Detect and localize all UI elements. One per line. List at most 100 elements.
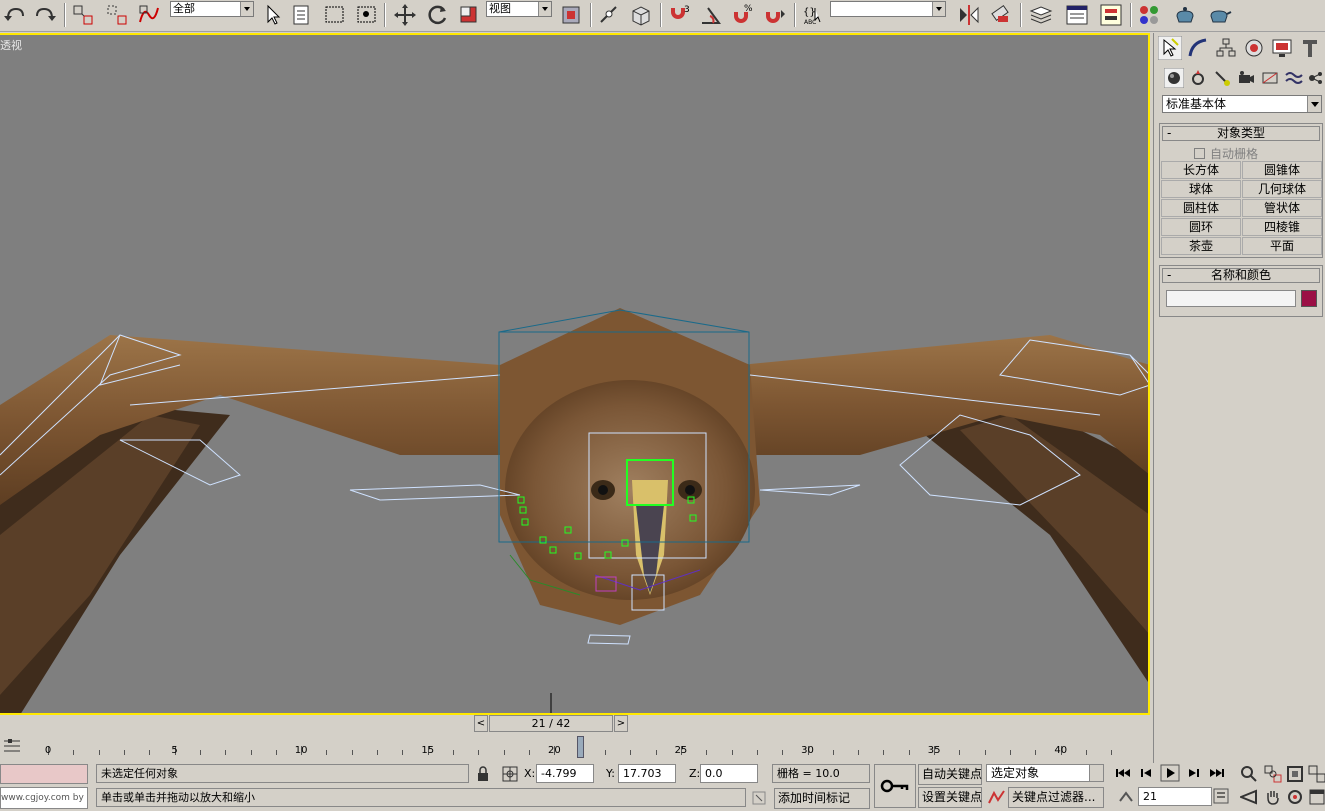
key-mode-dropdown[interactable]: 选定对象 (986, 764, 1104, 782)
object-type-rollout-header[interactable]: - 对象类型 (1162, 126, 1320, 141)
align-icon[interactable] (988, 2, 1014, 28)
maximize-viewport-icon[interactable] (1308, 788, 1325, 806)
motion-tab-icon[interactable] (1242, 36, 1266, 60)
display-tab-icon[interactable] (1270, 36, 1294, 60)
cylinder-button[interactable]: 圆柱体 (1161, 199, 1241, 217)
y-coord-input[interactable]: 17.703 (618, 764, 676, 783)
auto-key-button[interactable]: 自动关键点 (918, 764, 982, 785)
object-color-swatch[interactable] (1301, 290, 1317, 307)
mirror-icon[interactable] (956, 2, 982, 28)
time-slider-next-button[interactable]: > (614, 715, 628, 732)
mini-curve-editor-icon[interactable] (2, 737, 22, 755)
maxscript-listener-mini[interactable] (0, 764, 88, 784)
helpers-icon[interactable] (1260, 68, 1280, 88)
select-by-name-icon[interactable] (290, 2, 316, 28)
set-key-button[interactable] (874, 764, 916, 808)
angle-snap-icon[interactable] (698, 2, 724, 28)
time-slider-prev-button[interactable]: < (474, 715, 488, 732)
torus-button[interactable]: 圆环 (1161, 218, 1241, 236)
cameras-icon[interactable] (1236, 68, 1256, 88)
x-coord-input[interactable]: -4.799 (536, 764, 594, 783)
window-crossing-icon[interactable] (354, 2, 380, 28)
zoom-extents-all-icon[interactable] (1308, 765, 1325, 783)
unlink-selection-icon[interactable] (104, 2, 130, 28)
tube-button[interactable]: 管状体 (1242, 199, 1322, 217)
add-time-tag-button[interactable]: 添加时间标记 (774, 788, 870, 809)
pan-hand-icon[interactable] (1264, 788, 1282, 806)
absolute-mode-icon[interactable] (502, 766, 518, 782)
play-animation-icon[interactable] (1160, 764, 1180, 782)
keyboard-shortcut-override-icon[interactable] (628, 2, 654, 28)
lock-selection-icon[interactable] (476, 766, 490, 782)
layer-manager-icon[interactable] (1028, 2, 1054, 28)
select-and-rotate-icon[interactable] (424, 2, 450, 28)
key-filters-button[interactable]: 关键点过滤器... (1008, 787, 1104, 808)
utilities-tab-icon[interactable] (1298, 36, 1322, 60)
hierarchy-tab-icon[interactable] (1214, 36, 1238, 60)
current-frame-input[interactable]: 21 (1138, 787, 1212, 806)
box-button[interactable]: 长方体 (1161, 161, 1241, 179)
z-coord-input[interactable]: 0.0 (700, 764, 758, 783)
spinner-snap-icon[interactable] (762, 2, 788, 28)
snaps-toggle-icon[interactable]: 3 (666, 2, 692, 28)
go-to-end-icon[interactable] (1208, 766, 1226, 780)
select-and-scale-icon[interactable] (456, 2, 482, 28)
name-and-color-rollout-header[interactable]: - 名称和颜色 (1162, 268, 1320, 283)
bind-to-space-warp-icon[interactable] (136, 2, 162, 28)
set-key-mode-button[interactable]: 设置关键点 (918, 787, 982, 808)
systems-icon[interactable] (1306, 68, 1325, 88)
select-and-link-icon[interactable] (70, 2, 96, 28)
select-object-icon[interactable] (260, 2, 286, 28)
quick-render-icon[interactable] (1206, 2, 1232, 28)
teapot-button[interactable]: 茶壶 (1161, 237, 1241, 255)
go-to-start-icon[interactable] (1114, 766, 1132, 780)
name-and-color-title: 名称和颜色 (1210, 268, 1271, 282)
zoom-extents-icon[interactable] (1286, 765, 1304, 783)
shapes-icon[interactable] (1188, 68, 1208, 88)
modify-tab-icon[interactable] (1186, 36, 1210, 60)
arc-rotate-icon[interactable] (1286, 788, 1304, 806)
autogrid-checkbox[interactable]: 自动栅格 (1194, 145, 1258, 161)
key-filters-icon[interactable] (988, 789, 1006, 805)
render-scene-icon[interactable] (1172, 2, 1198, 28)
pyramid-button[interactable]: 四棱锥 (1242, 218, 1322, 236)
named-selection-dropdown[interactable] (830, 1, 946, 17)
reference-coordinate-dropdown[interactable]: 视图 (486, 1, 552, 17)
time-slider-value[interactable]: 21 / 42 (489, 715, 613, 732)
geometry-icon[interactable] (1164, 68, 1184, 88)
time-tag-icon[interactable] (752, 791, 766, 805)
track-ruler[interactable]: 0 5 10 15 20 25 30 35 40 (26, 736, 1128, 758)
lights-icon[interactable] (1212, 68, 1232, 88)
next-frame-icon[interactable] (1184, 766, 1202, 780)
current-frame-marker[interactable] (576, 736, 584, 758)
perspective-viewport[interactable]: 透视 (0, 33, 1150, 715)
redo-icon[interactable] (32, 2, 58, 28)
track-view-icon[interactable] (1064, 2, 1090, 28)
track-bar[interactable]: 0 5 10 15 20 25 30 35 40 (0, 733, 1150, 763)
time-slider[interactable]: < 21 / 42 > (474, 715, 630, 732)
rectangular-selection-icon[interactable] (322, 2, 348, 28)
select-and-move-icon[interactable] (392, 2, 418, 28)
zoom-all-icon[interactable] (1264, 765, 1282, 783)
percent-snap-icon[interactable]: % (730, 2, 756, 28)
schematic-view-icon[interactable] (1098, 2, 1124, 28)
pivot-center-icon[interactable] (558, 2, 584, 28)
field-of-view-icon[interactable] (1240, 788, 1258, 806)
plane-button[interactable]: 平面 (1242, 237, 1322, 255)
create-tab-icon[interactable] (1158, 36, 1182, 60)
select-and-manipulate-icon[interactable] (596, 2, 622, 28)
space-warps-icon[interactable] (1284, 68, 1304, 88)
cone-button[interactable]: 圆锥体 (1242, 161, 1322, 179)
sphere-button[interactable]: 球体 (1161, 180, 1241, 198)
object-category-dropdown[interactable]: 标准基本体 (1162, 95, 1322, 113)
edit-named-selection-icon[interactable]: {}ABC (800, 2, 826, 28)
time-config-icon[interactable] (1213, 787, 1229, 806)
selection-filter-dropdown[interactable]: 全部 (170, 1, 254, 17)
zoom-icon[interactable] (1240, 765, 1258, 783)
object-name-input[interactable] (1166, 290, 1296, 307)
undo-icon[interactable] (2, 2, 28, 28)
previous-frame-icon[interactable] (1138, 766, 1156, 780)
key-mode-toggle-icon[interactable] (1118, 790, 1134, 804)
geosphere-button[interactable]: 几何球体 (1242, 180, 1322, 198)
material-editor-icon[interactable] (1136, 2, 1162, 28)
